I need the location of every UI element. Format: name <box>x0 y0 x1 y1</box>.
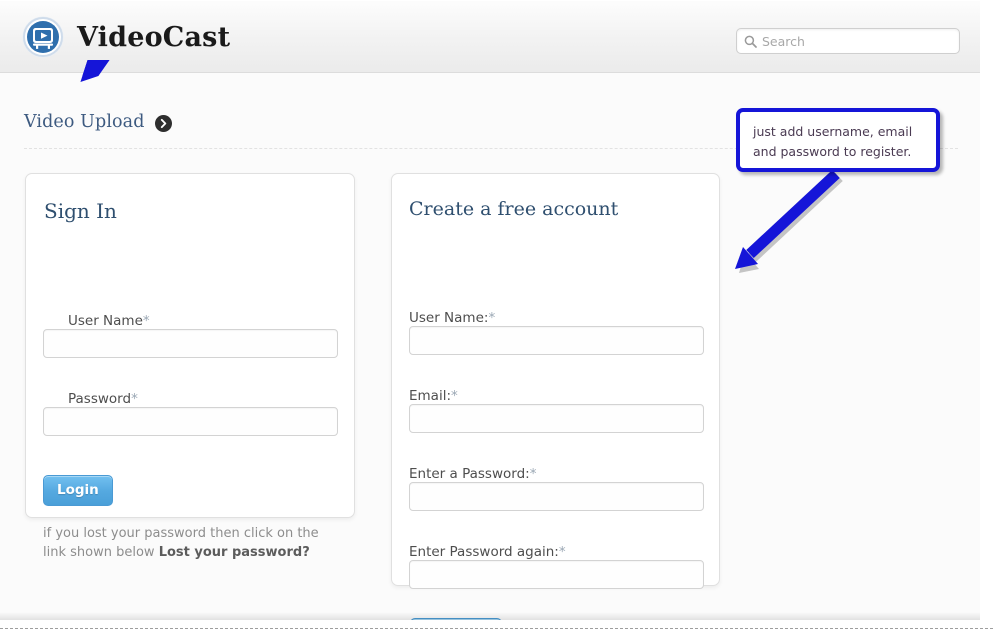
sign-in-panel: Sign In User Name* Password* Login if yo… <box>25 173 355 560</box>
search-box[interactable] <box>736 28 960 54</box>
page-root: VideoCast Video Upload <box>0 0 980 620</box>
required-asterisk: * <box>529 466 537 482</box>
lost-password-hint: if you lost your password then click on … <box>43 524 343 562</box>
search-input[interactable] <box>762 33 947 49</box>
sign-in-password-label: Password* <box>68 391 138 407</box>
sign-in-username-input[interactable] <box>43 329 338 358</box>
register-panel: Create a free account User Name:* Email:… <box>391 173 720 620</box>
annotation-callout-text: just add username, email and password to… <box>753 124 913 159</box>
register-password-confirm-label-text: Enter Password again: <box>409 544 559 560</box>
register-password-confirm-label: Enter Password again:* <box>409 544 566 560</box>
register-email-label-text: Email: <box>409 388 452 404</box>
lost-password-link[interactable]: Lost your password? <box>159 545 310 560</box>
register-username-label: User Name:* <box>409 310 495 326</box>
site-header: VideoCast <box>0 0 980 73</box>
required-asterisk: * <box>131 391 138 407</box>
login-button[interactable]: Login <box>43 475 113 506</box>
sign-in-password-input[interactable] <box>43 407 338 436</box>
sign-in-title: Sign In <box>44 199 117 223</box>
register-password-confirm-input[interactable] <box>409 560 704 589</box>
annotation-callout: just add username, email and password to… <box>736 108 940 172</box>
register-username-input[interactable] <box>409 326 704 355</box>
required-asterisk: * <box>488 310 496 326</box>
register-email-input[interactable] <box>409 404 704 433</box>
sign-in-password-label-text: Password <box>68 391 132 407</box>
register-username-label-text: User Name: <box>409 310 489 326</box>
bottom-dashed-divider <box>0 628 993 629</box>
required-asterisk: * <box>558 544 566 560</box>
search-icon <box>744 35 757 48</box>
page-bottom-shadow <box>0 612 980 620</box>
required-asterisk: * <box>142 313 150 329</box>
register-email-label: Email:* <box>409 388 458 404</box>
register-password-label-text: Enter a Password: <box>409 466 530 482</box>
required-asterisk: * <box>451 388 458 404</box>
register-password-input[interactable] <box>409 482 704 511</box>
chevron-right-circle-icon[interactable] <box>154 114 172 132</box>
section-header: Video Upload <box>24 112 172 132</box>
register-title: Create a free account <box>409 198 619 220</box>
brand-title: VideoCast <box>77 21 231 53</box>
sign-in-username-label-text: User Name <box>68 313 143 329</box>
register-password-label: Enter a Password:* <box>409 466 536 482</box>
page-title: Video Upload <box>24 112 145 132</box>
videocast-play-logo-icon <box>22 16 64 58</box>
sign-in-username-label: User Name* <box>68 313 150 329</box>
brand[interactable]: VideoCast <box>22 16 230 58</box>
